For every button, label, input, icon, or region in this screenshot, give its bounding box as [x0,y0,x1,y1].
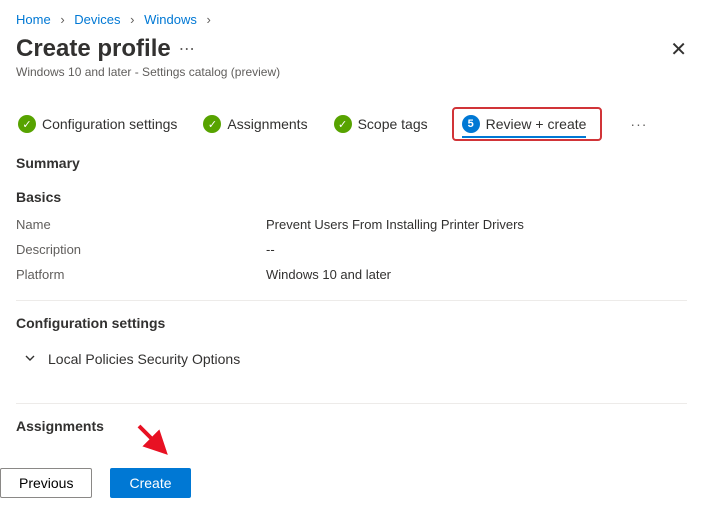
tabs-more-icon[interactable]: ··· [624,116,653,132]
tab-label: Assignments [227,116,307,132]
tab-label: Configuration settings [42,116,177,132]
tab-assignments[interactable]: ✓ Assignments [201,111,309,137]
step-tabs: ✓ Configuration settings ✓ Assignments ✓… [16,107,687,141]
breadcrumb-home[interactable]: Home [16,12,51,27]
create-button[interactable]: Create [110,468,190,498]
tab-label: Scope tags [358,116,428,132]
previous-button[interactable]: Previous [0,468,92,498]
field-value: -- [266,242,275,257]
field-label: Platform [16,267,266,282]
basics-description-row: Description -- [16,242,687,257]
page-subtitle: Windows 10 and later - Settings catalog … [16,65,687,79]
divider [16,300,687,301]
tab-configuration-settings[interactable]: ✓ Configuration settings [16,111,179,137]
chevron-right-icon: › [207,12,211,27]
config-settings-heading: Configuration settings [16,315,687,331]
chevron-right-icon: › [130,12,134,27]
tab-label: Review + create [486,116,587,132]
field-value: Windows 10 and later [266,267,391,282]
chevron-down-icon [24,351,36,367]
basics-platform-row: Platform Windows 10 and later [16,267,687,282]
field-value: Prevent Users From Installing Printer Dr… [266,217,524,232]
title-more-icon[interactable]: ⋯ [179,39,195,59]
page-title: Create profile [16,35,171,63]
tab-review-create[interactable]: 5 Review + create [452,107,603,141]
check-icon: ✓ [18,115,36,133]
breadcrumb-devices[interactable]: Devices [74,12,120,27]
expander-local-policies[interactable]: Local Policies Security Options [16,343,687,385]
breadcrumb-windows[interactable]: Windows [144,12,197,27]
close-icon[interactable]: ✕ [670,37,687,62]
check-icon: ✓ [203,115,221,133]
expander-label: Local Policies Security Options [48,351,240,367]
field-label: Name [16,217,266,232]
check-icon: ✓ [334,115,352,133]
summary-heading: Summary [16,155,687,171]
breadcrumb: Home › Devices › Windows › [16,12,687,27]
footer-actions: Previous Create [0,459,703,506]
assignments-heading: Assignments [16,418,687,434]
divider [16,403,687,404]
field-label: Description [16,242,266,257]
tab-scope-tags[interactable]: ✓ Scope tags [332,111,430,137]
basics-name-row: Name Prevent Users From Installing Print… [16,217,687,232]
basics-heading: Basics [16,189,687,205]
step-number-badge: 5 [462,115,480,133]
chevron-right-icon: › [60,12,64,27]
